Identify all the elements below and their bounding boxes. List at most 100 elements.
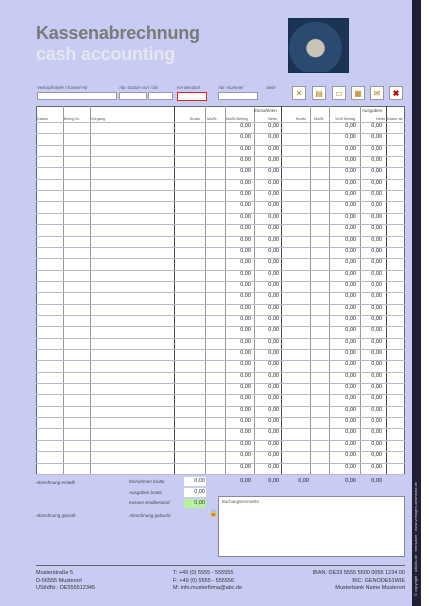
table-cell[interactable]: 0,00 (360, 418, 382, 424)
table-cell[interactable]: 0,00 (229, 146, 251, 152)
table-cell[interactable]: 0,00 (257, 225, 279, 231)
table-cell[interactable]: 0,00 (334, 452, 356, 458)
table-cell[interactable]: 0,00 (229, 339, 251, 345)
table-cell[interactable]: 0,00 (229, 282, 251, 288)
table-cell[interactable]: 0,00 (334, 191, 356, 197)
ka-bestand-input[interactable] (177, 92, 207, 101)
print-icon[interactable]: ▦ (351, 86, 365, 100)
table-cell[interactable]: 0,00 (334, 305, 356, 311)
table-cell[interactable]: 0,00 (334, 441, 356, 447)
table-cell[interactable]: 0,00 (334, 429, 356, 435)
table-cell[interactable]: 0,00 (334, 373, 356, 379)
table-cell[interactable]: 0,00 (334, 327, 356, 333)
table-cell[interactable]: 0,00 (257, 282, 279, 288)
table-cell[interactable]: 0,00 (257, 293, 279, 299)
table-cell[interactable]: 0,00 (360, 146, 382, 152)
table-cell[interactable]: 0,00 (360, 237, 382, 243)
abr-datum-to-input[interactable] (148, 92, 173, 100)
table-cell[interactable]: 0,00 (360, 259, 382, 265)
table-cell[interactable]: 0,00 (334, 180, 356, 186)
table-cell[interactable]: 0,00 (229, 305, 251, 311)
table-cell[interactable]: 0,00 (229, 418, 251, 424)
table-cell[interactable]: 0,00 (360, 350, 382, 356)
folder-icon[interactable]: ▭ (332, 86, 346, 100)
table-cell[interactable]: 0,00 (334, 361, 356, 367)
table-cell[interactable]: 0,00 (229, 271, 251, 277)
table-cell[interactable]: 0,00 (334, 316, 356, 322)
table-cell[interactable]: 0,00 (334, 134, 356, 140)
table-cell[interactable]: 0,00 (360, 464, 382, 470)
table-cell[interactable]: 0,00 (257, 429, 279, 435)
table-cell[interactable]: 0,00 (360, 339, 382, 345)
table-cell[interactable]: 0,00 (229, 225, 251, 231)
table-cell[interactable]: 0,00 (257, 464, 279, 470)
table-cell[interactable]: 0,00 (257, 214, 279, 220)
table-cell[interactable]: 0,00 (257, 395, 279, 401)
delete-icon[interactable]: ✖ (389, 86, 403, 100)
table-cell[interactable]: 0,00 (360, 134, 382, 140)
table-cell[interactable]: 0,00 (229, 316, 251, 322)
table-cell[interactable]: 0,00 (334, 225, 356, 231)
table-cell[interactable]: 0,00 (257, 157, 279, 163)
lock-icon[interactable]: 🔒 (209, 509, 218, 517)
table-cell[interactable]: 0,00 (334, 395, 356, 401)
table-cell[interactable]: 0,00 (360, 202, 382, 208)
table-cell[interactable]: 0,00 (257, 339, 279, 345)
table-cell[interactable]: 0,00 (360, 282, 382, 288)
table-cell[interactable]: 0,00 (360, 361, 382, 367)
table-cell[interactable]: 0,00 (257, 373, 279, 379)
table-cell[interactable]: 0,00 (360, 180, 382, 186)
table-cell[interactable]: 0,00 (257, 418, 279, 424)
verkaufsstelle-input[interactable] (37, 92, 117, 100)
table-cell[interactable]: 0,00 (257, 271, 279, 277)
table-cell[interactable]: 0,00 (334, 407, 356, 413)
table-cell[interactable]: 0,00 (257, 237, 279, 243)
table-cell[interactable]: 0,00 (334, 271, 356, 277)
table-cell[interactable]: 0,00 (334, 202, 356, 208)
table-cell[interactable]: 0,00 (257, 350, 279, 356)
table-cell[interactable]: 0,00 (334, 259, 356, 265)
table-cell[interactable]: 0,00 (257, 168, 279, 174)
table-cell[interactable]: 0,00 (229, 157, 251, 163)
table-cell[interactable]: 0,00 (257, 452, 279, 458)
table-cell[interactable]: 0,00 (257, 191, 279, 197)
table-cell[interactable]: 0,00 (257, 305, 279, 311)
table-cell[interactable]: 0,00 (334, 464, 356, 470)
table-cell[interactable]: 0,00 (257, 316, 279, 322)
table-cell[interactable]: 0,00 (257, 327, 279, 333)
table-cell[interactable]: 0,00 (360, 305, 382, 311)
table-cell[interactable]: 0,00 (229, 361, 251, 367)
table-cell[interactable]: 0,00 (229, 191, 251, 197)
table-cell[interactable]: 0,00 (229, 248, 251, 254)
table-cell[interactable]: 0,00 (229, 395, 251, 401)
table-cell[interactable]: 0,00 (334, 384, 356, 390)
table-cell[interactable]: 0,00 (257, 441, 279, 447)
table-cell[interactable]: 0,00 (360, 271, 382, 277)
table-cell[interactable]: 0,00 (334, 214, 356, 220)
table-cell[interactable]: 0,00 (360, 248, 382, 254)
table-cell[interactable]: 0,00 (360, 327, 382, 333)
table-cell[interactable]: 0,00 (257, 384, 279, 390)
table-cell[interactable]: 0,00 (229, 441, 251, 447)
table-cell[interactable]: 0,00 (229, 327, 251, 333)
table-cell[interactable]: 0,00 (229, 293, 251, 299)
table-cell[interactable]: 0,00 (257, 361, 279, 367)
table-cell[interactable]: 0,00 (334, 248, 356, 254)
table-cell[interactable]: 0,00 (360, 384, 382, 390)
table-cell[interactable]: 0,00 (360, 225, 382, 231)
table-cell[interactable]: 0,00 (229, 168, 251, 174)
table-cell[interactable]: 0,00 (257, 202, 279, 208)
table-cell[interactable]: 0,00 (229, 373, 251, 379)
table-cell[interactable]: 0,00 (229, 134, 251, 140)
table-cell[interactable]: 0,00 (334, 339, 356, 345)
table-cell[interactable]: 0,00 (229, 407, 251, 413)
table-cell[interactable]: 0,00 (360, 214, 382, 220)
table-cell[interactable]: 0,00 (334, 146, 356, 152)
table-cell[interactable]: 0,00 (229, 464, 251, 470)
table-cell[interactable]: 0,00 (229, 180, 251, 186)
table-cell[interactable]: 0,00 (360, 452, 382, 458)
table-cell[interactable]: 0,00 (360, 395, 382, 401)
table-cell[interactable]: 0,00 (334, 168, 356, 174)
table-cell[interactable]: 0,00 (334, 293, 356, 299)
table-cell[interactable]: 0,00 (229, 429, 251, 435)
